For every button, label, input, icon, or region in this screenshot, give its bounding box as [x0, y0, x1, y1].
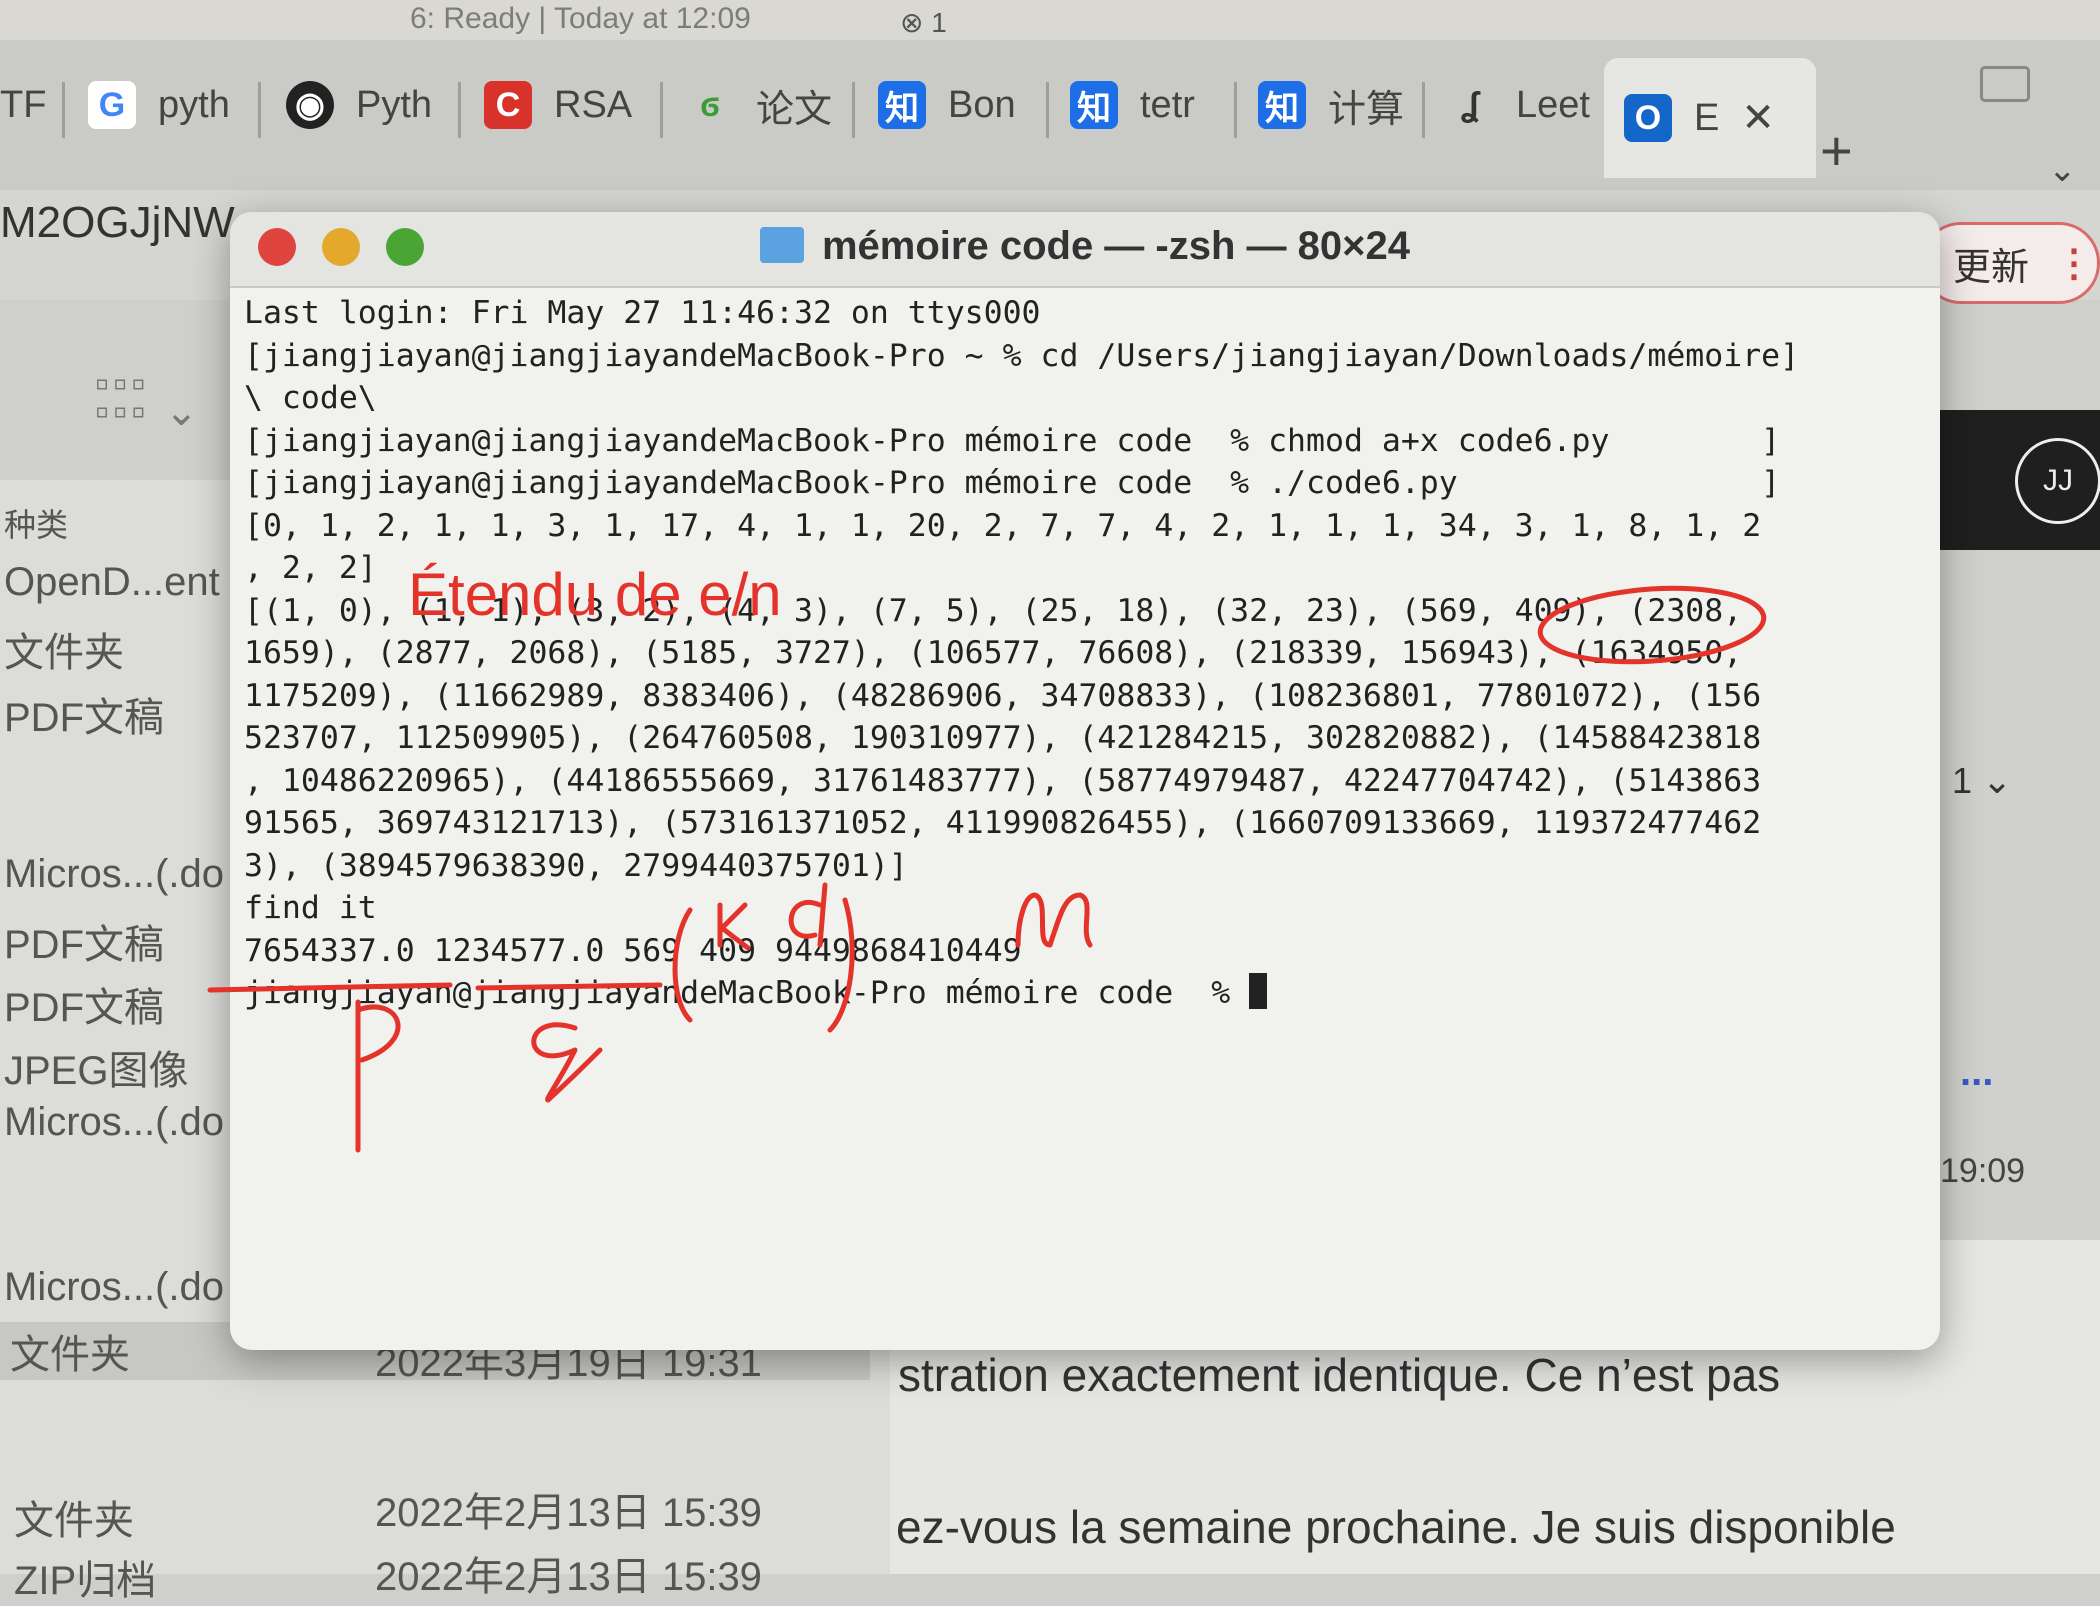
- status-text: 6: Ready | Today at 12:09: [410, 2, 751, 35]
- terminal-line: , 10486220965), (44186555669, 3176148377…: [244, 762, 1762, 799]
- update-button[interactable]: 更新 ⋮: [1920, 222, 2100, 304]
- tab-separator: [852, 82, 855, 138]
- tab-pyth-globe[interactable]: ◉ Pyth: [286, 70, 436, 140]
- terminal-title: mémoire code — -zsh — 80×24: [230, 224, 1940, 269]
- finder-row[interactable]: 文件夹: [14, 1488, 134, 1546]
- terminal-line: 1659), (2877, 2068), (5185, 3727), (1065…: [244, 635, 1743, 671]
- new-tab-button[interactable]: +: [1820, 118, 1853, 183]
- terminal-window[interactable]: mémoire code — -zsh — 80×24 Last login: …: [230, 212, 1940, 1350]
- globe-icon: ◉: [286, 81, 334, 129]
- status-strip: 6: Ready | Today at 12:09 ⊗ 1: [0, 0, 2100, 40]
- view-grid-icon[interactable]: ▫▫▫ ▫▫▫ ⌄: [95, 364, 202, 432]
- tab-label: TF: [0, 83, 45, 126]
- page-count-value: 1: [1952, 760, 1973, 801]
- google-icon: G: [88, 81, 136, 129]
- annotation-etendu: Étendu de e/n: [408, 561, 782, 628]
- tab-tf[interactable]: TF: [0, 70, 45, 140]
- tab-separator: [1234, 82, 1237, 138]
- terminal-line: [jiangjiayan@jiangjiayandeMacBook-Pro mé…: [244, 422, 1781, 459]
- terminal-line: 3), (3894579638390, 2799440375701)]: [244, 847, 908, 884]
- tab-label: 计算: [1328, 88, 1405, 131]
- text-cursor: [1249, 973, 1268, 1009]
- document-line: ez-vous la semaine prochaine. Je suis di…: [896, 1501, 1896, 1553]
- terminal-line: [0, 1, 2, 1, 1, 3, 1, 17, 4, 1, 1, 20, 2…: [244, 507, 1762, 544]
- issue-count: 1: [931, 7, 947, 38]
- tab-bon[interactable]: 知 Bon: [878, 70, 1028, 140]
- terminal-line: 91565, 369743121713), (573161371052, 411…: [244, 805, 1762, 841]
- terminal-line: [jiangjiayan@jiangjiayandeMacBook-Pro ~ …: [244, 337, 1800, 374]
- terminal-title-text: mémoire code — -zsh — 80×24: [821, 224, 1410, 268]
- tab-separator: [1046, 82, 1049, 138]
- more-actions-icon[interactable]: ...: [1960, 1050, 1993, 1095]
- tab-label: pyth: [158, 83, 230, 126]
- tab-separator: [660, 82, 663, 138]
- tab-separator: [458, 82, 461, 138]
- tab-label: Leet: [1516, 83, 1590, 126]
- issue-count-badge: ⊗ 1: [900, 7, 947, 38]
- finder-row[interactable]: JPEG图像: [4, 1038, 188, 1096]
- c-logo-icon: C: [484, 81, 532, 129]
- tab-rsa[interactable]: C RSA: [484, 70, 634, 140]
- update-label: 更新: [1953, 246, 2030, 289]
- terminal-line: \ code\: [244, 380, 377, 416]
- message-time: 19:09: [1940, 1152, 2026, 1190]
- finder-row[interactable]: Micros...(.do: [4, 852, 224, 897]
- tab-leet[interactable]: ʆ Leet: [1446, 70, 1596, 140]
- sidebar-toggle-icon[interactable]: [1980, 66, 2030, 102]
- tab-jisuan[interactable]: 知 计算: [1258, 70, 1408, 140]
- terminal-output[interactable]: Last login: Fri May 27 11:46:32 on ttys0…: [244, 292, 1934, 1015]
- zhihu-icon: 知: [878, 81, 926, 129]
- zhihu-icon: 知: [1070, 81, 1118, 129]
- finder-row[interactable]: OpenD...ent: [4, 560, 220, 605]
- tab-lunwen[interactable]: ϭ 论文: [686, 70, 836, 140]
- tab-label: E: [1694, 96, 1720, 139]
- tab-separator: [1422, 82, 1425, 138]
- document-line: stration exactement identique. Ce n’est …: [898, 1349, 1781, 1401]
- more-menu-icon[interactable]: ⋮: [2055, 241, 2093, 286]
- close-tab-icon[interactable]: ✕: [1741, 95, 1775, 141]
- chevron-down-icon[interactable]: ⌄: [2048, 150, 2077, 190]
- terminal-line: Last login: Fri May 27 11:46:32 on ttys0…: [244, 295, 1041, 331]
- page-count[interactable]: 1 ⌄: [1952, 760, 2012, 802]
- leaf-icon: ϭ: [700, 85, 720, 124]
- terminal-titlebar[interactable]: mémoire code — -zsh — 80×24: [230, 212, 1940, 288]
- terminal-prompt: jiangjiayan@jiangjiayandeMacBook-Pro mém…: [244, 975, 1250, 1011]
- finder-row[interactable]: 文件夹: [4, 620, 124, 678]
- folder-icon: [759, 227, 804, 263]
- tab-label: RSA: [554, 83, 633, 126]
- finder-row[interactable]: Micros...(.do: [4, 1100, 224, 1145]
- tab-tetr[interactable]: 知 tetr: [1070, 70, 1220, 140]
- tab-separator: [62, 82, 65, 138]
- finder-row[interactable]: Micros...(.do: [4, 1265, 224, 1310]
- terminal-line: [jiangjiayan@jiangjiayandeMacBook-Pro mé…: [244, 465, 1781, 501]
- finder-row[interactable]: PDF文稿: [4, 975, 164, 1033]
- finder-row[interactable]: ZIP归档: [14, 1548, 156, 1606]
- tab-label: Pyth: [356, 83, 433, 126]
- finder-row-date: 2022年2月13日 15:39: [375, 1555, 762, 1599]
- outlook-icon: O: [1624, 94, 1672, 142]
- terminal-line: 7654337.0 1234577.0 569 409 944986841044…: [244, 932, 1022, 969]
- finder-row-kind: 文件夹: [10, 1333, 130, 1377]
- tab-outlook-active[interactable]: O E ✕: [1604, 58, 1816, 178]
- tab-label: tetr: [1140, 83, 1195, 126]
- terminal-line: 1175209), (11662989, 8383406), (48286906…: [244, 677, 1762, 714]
- avatar[interactable]: JJ: [2015, 438, 2100, 524]
- tab-label: Bon: [948, 83, 1016, 126]
- kind-column-header[interactable]: 种类: [4, 500, 68, 546]
- leetcode-icon: ʆ: [1460, 85, 1480, 124]
- zhihu-icon: 知: [1258, 81, 1306, 129]
- tab-separator: [258, 82, 261, 138]
- terminal-line: find it: [244, 890, 377, 926]
- terminal-prompt-line[interactable]: jiangjiayan@jiangjiayandeMacBook-Pro mém…: [244, 972, 1934, 1015]
- url-fragment[interactable]: M2OGJjNW: [0, 198, 235, 248]
- tab-pyth-google[interactable]: G pyth: [88, 70, 238, 140]
- terminal-line: 523707, 112509905), (264760508, 19031097…: [244, 720, 1762, 756]
- finder-row-date: 2022年2月13日 15:39: [375, 1491, 762, 1535]
- tab-label: 论文: [756, 88, 833, 131]
- finder-row[interactable]: PDF文稿: [4, 912, 164, 970]
- finder-row[interactable]: PDF文稿: [4, 685, 164, 743]
